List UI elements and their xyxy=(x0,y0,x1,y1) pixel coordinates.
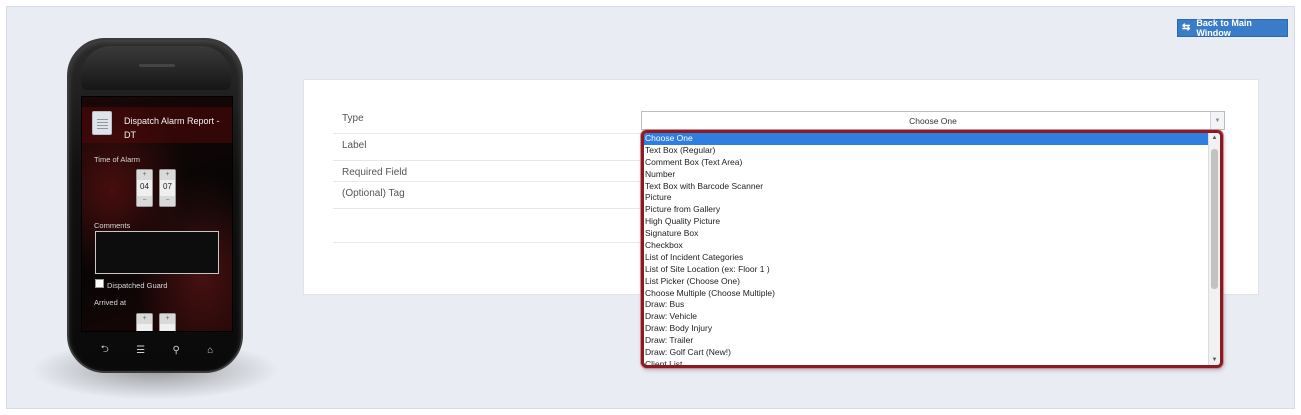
dispatched-guard-label: Dispatched Guard xyxy=(107,281,168,290)
search-icon[interactable]: ⚲ xyxy=(173,345,180,356)
hour-plus-button[interactable]: + xyxy=(137,170,152,180)
dropdown-option[interactable]: Draw: Bus xyxy=(644,299,1208,311)
chevron-down-icon[interactable]: ▼ xyxy=(1210,112,1224,129)
dropdown-option[interactable]: Comment Box (Text Area) xyxy=(644,157,1208,169)
required-field-label: Required Field xyxy=(342,167,408,178)
scroll-down-icon[interactable]: ▼ xyxy=(1209,355,1220,365)
row-divider xyxy=(333,160,643,161)
arrived-at-label: Arrived at xyxy=(94,298,127,307)
arrived-hour-plus-button[interactable]: + xyxy=(137,314,152,324)
row-divider xyxy=(333,181,643,182)
minute-plus-button[interactable]: + xyxy=(160,170,175,180)
arrived-hour-stepper[interactable]: + xyxy=(136,313,153,331)
type-select-value: Choose One xyxy=(909,115,957,126)
label-label: Label xyxy=(342,140,367,151)
swap-arrows-icon: ⇆ xyxy=(1182,22,1191,33)
dropdown-option[interactable]: List of Site Location (ex: Floor 1 ) xyxy=(644,264,1208,276)
dropdown-option[interactable]: Draw: Golf Cart (New!) xyxy=(644,347,1208,359)
type-select[interactable]: Choose One ▼ xyxy=(641,111,1225,130)
dropdown-option[interactable]: Client List xyxy=(644,359,1208,365)
minute-value: 07 xyxy=(163,182,172,191)
back-icon[interactable]: ⮌ xyxy=(101,342,109,359)
back-to-main-window-button[interactable]: ⇆ Back to Main Window xyxy=(1177,18,1288,38)
dropdown-option[interactable]: Number xyxy=(644,169,1208,181)
document-icon xyxy=(92,111,112,135)
dropdown-option[interactable]: Text Box (Regular) xyxy=(644,145,1208,157)
home-icon[interactable]: ⌂ xyxy=(207,345,213,356)
phone-speaker xyxy=(139,64,175,67)
comments-label: Comments xyxy=(94,221,131,230)
dropdown-option[interactable]: Choose One xyxy=(644,133,1208,145)
scroll-up-icon[interactable]: ▲ xyxy=(1209,133,1220,143)
minute-minus-button[interactable]: − xyxy=(160,196,175,206)
dropdown-option[interactable]: Choose Multiple (Choose Multiple) xyxy=(644,288,1208,300)
phone-preview: Dispatch Alarm Report - DT Time of Alarm… xyxy=(67,38,243,373)
scrollbar-thumb[interactable] xyxy=(1211,149,1218,289)
hour-minus-button[interactable]: − xyxy=(137,196,152,206)
arrived-minute-stepper[interactable]: + xyxy=(159,313,176,331)
row-divider xyxy=(333,133,643,134)
dropdown-option[interactable]: Checkbox xyxy=(644,240,1208,252)
phone-nav-bar: ⮌ ☰ ⚲ ⌂ xyxy=(87,342,227,358)
dropdown-scrollbar[interactable]: ▲ ▼ xyxy=(1208,133,1220,365)
menu-icon[interactable]: ☰ xyxy=(136,345,145,356)
comments-textarea[interactable] xyxy=(95,231,219,274)
dropdown-option[interactable]: List of Incident Categories xyxy=(644,252,1208,264)
phone-bezel-top xyxy=(81,46,231,90)
dropdown-option[interactable]: High Quality Picture xyxy=(644,216,1208,228)
dropdown-option[interactable]: Draw: Trailer xyxy=(644,335,1208,347)
row-divider xyxy=(333,208,643,209)
form-title: Dispatch Alarm Report - DT xyxy=(124,116,220,140)
dropdown-option[interactable]: Draw: Vehicle xyxy=(644,311,1208,323)
phone-screen: Dispatch Alarm Report - DT Time of Alarm… xyxy=(81,96,233,332)
dropdown-option[interactable]: Signature Box xyxy=(644,228,1208,240)
dispatched-guard-checkbox[interactable] xyxy=(95,279,104,288)
optional-tag-label: (Optional) Tag xyxy=(342,188,405,199)
dropdown-option[interactable]: Picture from Gallery xyxy=(644,204,1208,216)
row-divider xyxy=(333,242,643,243)
dropdown-option[interactable]: List Picker (Choose One) xyxy=(644,276,1208,288)
dropdown-options: Choose One Text Box (Regular) Comment Box … xyxy=(644,133,1208,365)
dropdown-option[interactable]: Text Box with Barcode Scanner xyxy=(644,181,1208,193)
dropdown-option[interactable]: Picture xyxy=(644,192,1208,204)
hour-stepper[interactable]: + 04 − xyxy=(136,169,153,207)
dropdown-option[interactable]: Draw: Body Injury xyxy=(644,323,1208,335)
back-button-label: Back to Main Window xyxy=(1196,18,1252,38)
time-of-alarm-label: Time of Alarm xyxy=(94,155,140,164)
type-label: Type xyxy=(342,113,364,124)
minute-stepper[interactable]: + 07 − xyxy=(159,169,176,207)
arrived-minute-plus-button[interactable]: + xyxy=(160,314,175,324)
hour-value: 04 xyxy=(140,182,149,191)
type-dropdown-list[interactable]: Choose One Text Box (Regular) Comment Box … xyxy=(641,130,1223,368)
